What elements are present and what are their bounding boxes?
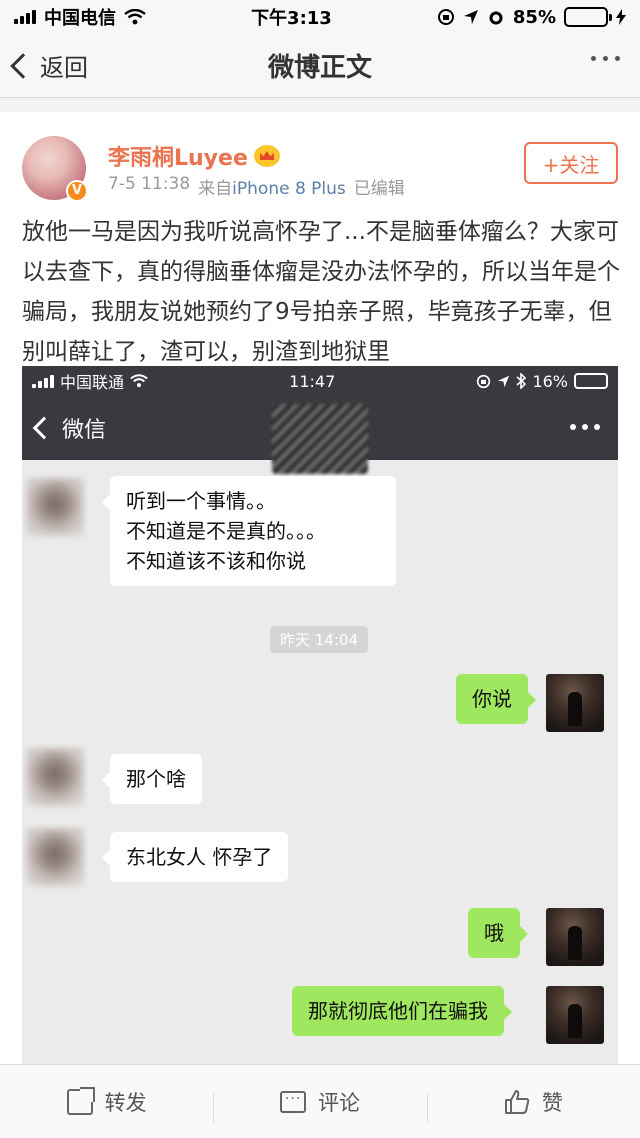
comment-button[interactable]: 评论	[213, 1087, 426, 1123]
message-bubble: 那个啥	[102, 754, 202, 804]
page-title: 微博正文	[267, 53, 372, 83]
back-button[interactable]: 返回	[10, 48, 88, 83]
bluetooth-icon	[516, 373, 527, 389]
username[interactable]: 李雨桐Luyee	[108, 140, 280, 172]
message-bubble: 东北女人 怀孕了	[101, 832, 289, 882]
action-bar: 转发 评论 赞	[0, 1064, 640, 1138]
status-bar: 中国电信 下午3:13 85%	[0, 0, 640, 34]
message-line: 不知道该不该和你说	[126, 549, 306, 573]
alarm-icon	[489, 11, 503, 25]
repost-icon	[66, 1086, 95, 1115]
chat-screenshot-image[interactable]: 中国联通 11:47 16% 微信 听到一个事情。。 不知道是不是真的。。。 不…	[22, 366, 618, 1064]
screenshot-status-bar: 中国联通 11:47 16%	[22, 366, 618, 396]
source-prefix: 来自	[198, 179, 233, 199]
clock: 下午3:13	[251, 8, 332, 29]
rotation-lock-icon	[437, 9, 454, 25]
comment-label: 评论	[317, 1090, 360, 1115]
chat-timestamp: 昨天 14:04	[270, 626, 368, 653]
like-button[interactable]: 赞	[426, 1087, 640, 1123]
rotation-lock-icon	[477, 374, 491, 388]
wechat-back-button: 微信	[32, 412, 107, 444]
charging-icon	[616, 9, 626, 25]
repost-button[interactable]: 转发	[0, 1086, 213, 1117]
thumbs-up-icon	[504, 1089, 530, 1114]
wechat-back-label: 微信	[62, 418, 107, 443]
wifi-icon	[124, 9, 146, 25]
post-source[interactable]: iPhone 8 Plus	[232, 179, 346, 199]
more-icon	[570, 424, 600, 430]
screenshot-time: 11:47	[289, 371, 336, 391]
signal-icon	[32, 374, 54, 388]
carrier-label: 中国电信	[44, 8, 116, 29]
message-bubble: 你说	[456, 674, 536, 724]
contact-avatar-blurred	[26, 748, 84, 806]
edited-label: 已编辑	[353, 179, 405, 199]
message-bubble: 哦	[468, 908, 528, 958]
post-date: 7-5 11:38	[108, 174, 191, 194]
contact-avatar-blurred	[26, 828, 84, 886]
avatar[interactable]: V	[22, 136, 88, 202]
message-line: 不知道是不是真的。。。	[126, 519, 326, 543]
message-bubble: 那就彻底他们在骗我	[292, 986, 512, 1036]
repost-label: 转发	[104, 1090, 147, 1115]
nav-bar: 返回 微博正文	[0, 34, 640, 98]
follow-button[interactable]: +关注	[524, 142, 618, 184]
chevron-left-icon	[32, 416, 56, 440]
user-avatar	[546, 986, 604, 1044]
crown-icon	[253, 145, 280, 167]
location-icon	[498, 375, 510, 387]
username-text: 李雨桐Luyee	[108, 146, 248, 171]
wifi-icon	[130, 374, 148, 388]
like-label: 赞	[541, 1090, 563, 1115]
screenshot-nav-bar: 微信	[22, 396, 618, 474]
back-label: 返回	[40, 54, 88, 82]
screenshot-battery-percent: 16%	[532, 371, 568, 391]
post-text: 放他一马是因为我听说高怀孕了...不是脑垂体瘤么？大家可以去查下，真的得脑垂体瘤…	[22, 219, 620, 365]
verified-icon: V	[66, 180, 88, 202]
post-meta: 7-5 11:38 来自iPhone 8 Plus 已编辑	[108, 174, 405, 199]
signal-icon	[14, 10, 36, 24]
weibo-post: V 李雨桐Luyee 7-5 11:38 来自iPhone 8 Plus 已编辑…	[0, 112, 640, 1064]
battery-icon	[574, 373, 608, 389]
battery-icon	[564, 7, 612, 27]
chevron-left-icon	[10, 52, 36, 79]
message-bubble: 听到一个事情。。 不知道是不是真的。。。 不知道该不该和你说	[102, 476, 396, 586]
location-icon	[463, 10, 478, 24]
battery-percent: 85%	[512, 6, 556, 28]
contact-avatar-blurred	[26, 478, 84, 536]
user-avatar	[546, 674, 604, 732]
user-avatar	[546, 908, 604, 966]
more-options-button[interactable]	[591, 56, 620, 61]
screenshot-carrier: 中国联通	[60, 373, 125, 392]
comment-icon	[279, 1090, 306, 1113]
message-line: 听到一个事情。。	[126, 489, 276, 513]
redacted-contact-name	[272, 404, 368, 474]
